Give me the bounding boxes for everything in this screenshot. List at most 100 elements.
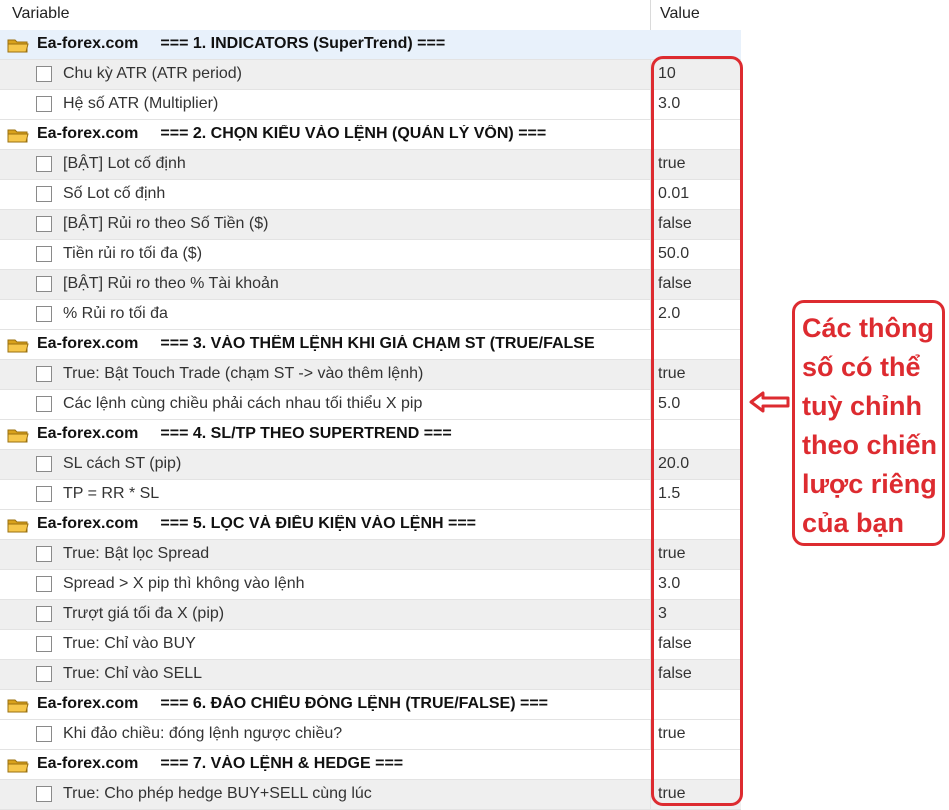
annotation-line: lược riêng <box>802 469 937 499</box>
parameter-name: True: Cho phép hedge BUY+SELL cùng lúc <box>63 785 372 802</box>
group-row[interactable]: Ea-forex.com === 4. SL/TP THEO SUPERTREND… <box>0 420 741 450</box>
group-row[interactable]: Ea-forex.com === 3. VÀO THÊM LỆNH KHI GIÁ… <box>0 330 741 360</box>
parameter-name: % Rủi ro tối đa <box>63 305 168 322</box>
parameter-row[interactable]: Chu kỳ ATR (ATR period) 10 <box>0 60 741 90</box>
inputs-grid: Variable Value Ea-forex.com === 1. INDICA… <box>0 0 741 810</box>
group-row[interactable]: Ea-forex.com === 6. ĐẢO CHIỀU ĐÓNG LỆNH (… <box>0 690 741 720</box>
parameter-row[interactable]: Số Lot cố định 0.01 <box>0 180 741 210</box>
parameter-row[interactable]: True: Cho phép hedge BUY+SELL cùng lúc tr… <box>0 780 741 810</box>
annotation-line: theo chiến <box>802 430 938 460</box>
group-site: Ea-forex.com <box>37 695 139 712</box>
parameter-name: Tiền rủi ro tối đa ($) <box>63 245 203 262</box>
group-heading: === 5. LỌC VÀ ĐIỀU KIỆN VÀO LỆNH === <box>160 515 477 532</box>
annotation-line: của bạn <box>802 508 905 538</box>
parameter-name: Khi đảo chiều: đóng lệnh ngược chiều? <box>63 725 343 742</box>
parameter-name: Hệ số ATR (Multiplier) <box>63 95 219 112</box>
folder-icon <box>7 697 29 713</box>
parameter-row[interactable]: True: Bật Touch Trade (chạm ST -> vào th… <box>0 360 741 390</box>
parameter-row[interactable]: True: Chỉ vào BUY false <box>0 630 741 660</box>
column-header-value[interactable]: Value <box>660 5 700 23</box>
parameter-name: [BẬT] Rủi ro theo % Tài khoản <box>63 275 279 292</box>
folder-icon <box>7 127 29 143</box>
group-row[interactable]: Ea-forex.com === 2. CHỌN KIỂU VÀO LỆNH (Q… <box>0 120 741 150</box>
parameter-checkbox[interactable] <box>36 456 52 472</box>
parameter-name: True: Bật lọc Spread <box>63 545 210 562</box>
folder-icon <box>7 37 29 53</box>
left-arrow-icon <box>749 391 790 413</box>
parameter-checkbox[interactable] <box>36 186 52 202</box>
group-title: Ea-forex.com === 4. SL/TP THEO SUPERTREND… <box>37 425 649 443</box>
parameter-checkbox[interactable] <box>36 636 52 652</box>
parameter-checkbox[interactable] <box>36 666 52 682</box>
parameter-row[interactable]: SL cách ST (pip) 20.0 <box>0 450 741 480</box>
parameter-name: Số Lot cố định <box>63 185 166 202</box>
group-title: Ea-forex.com === 6. ĐẢO CHIỀU ĐÓNG LỆNH (… <box>37 695 649 713</box>
parameter-checkbox[interactable] <box>36 486 52 502</box>
parameter-name: True: Bật Touch Trade (chạm ST -> vào th… <box>63 365 424 382</box>
column-header-variable[interactable]: Variable <box>12 5 70 23</box>
parameter-name: Chu kỳ ATR (ATR period) <box>63 65 243 82</box>
parameter-checkbox[interactable] <box>36 786 52 802</box>
parameter-name: SL cách ST (pip) <box>63 455 182 472</box>
group-title: Ea-forex.com === 5. LỌC VÀ ĐIỀU KIỆN VÀO … <box>37 515 649 533</box>
annotation-line: tuỳ chỉnh <box>802 391 922 421</box>
group-title: Ea-forex.com === 2. CHỌN KIỂU VÀO LỆNH (Q… <box>37 125 649 143</box>
parameter-name: [BẬT] Lot cố định <box>63 155 186 172</box>
group-site: Ea-forex.com <box>37 335 139 352</box>
group-heading: === 1. INDICATORS (SuperTrend) === <box>160 35 446 52</box>
group-site: Ea-forex.com <box>37 125 139 142</box>
group-site: Ea-forex.com <box>37 35 139 52</box>
parameter-row[interactable]: TP = RR * SL 1.5 <box>0 480 741 510</box>
group-heading: === 7. VÀO LỆNH & HEDGE === <box>160 755 404 772</box>
parameter-name: True: Chỉ vào BUY <box>63 635 196 652</box>
parameter-checkbox[interactable] <box>36 726 52 742</box>
group-row[interactable]: Ea-forex.com === 7. VÀO LỆNH & HEDGE === <box>0 750 741 780</box>
parameter-name: TP = RR * SL <box>63 485 160 502</box>
annotation-line: số có thể <box>802 352 921 382</box>
parameter-checkbox[interactable] <box>36 396 52 412</box>
parameter-checkbox[interactable] <box>36 246 52 262</box>
group-heading: === 2. CHỌN KIỂU VÀO LỆNH (QUẢN LÝ VỐN) … <box>160 125 547 142</box>
parameter-name: True: Chỉ vào SELL <box>63 665 203 682</box>
group-title: Ea-forex.com === 3. VÀO THÊM LỆNH KHI GIÁ… <box>37 335 649 353</box>
parameter-row[interactable]: Spread > X pip thì không vào lệnh 3.0 <box>0 570 741 600</box>
group-site: Ea-forex.com <box>37 425 139 442</box>
value-column-highlight <box>651 56 743 806</box>
parameter-checkbox[interactable] <box>36 66 52 82</box>
parameter-row[interactable]: Trượt giá tối đa X (pip) 3 <box>0 600 741 630</box>
parameter-checkbox[interactable] <box>36 96 52 112</box>
parameter-row[interactable]: [BẬT] Rủi ro theo Số Tiền ($) false <box>0 210 741 240</box>
parameter-checkbox[interactable] <box>36 606 52 622</box>
folder-icon <box>7 427 29 443</box>
group-title: Ea-forex.com === 1. INDICATORS (SuperTren… <box>37 35 649 53</box>
column-divider[interactable] <box>650 0 651 30</box>
group-heading: === 6. ĐẢO CHIỀU ĐÓNG LỆNH (TRUE/FALSE) … <box>160 695 549 712</box>
parameter-name: Các lệnh cùng chiều phải cách nhau tối t… <box>63 395 423 412</box>
group-row[interactable]: Ea-forex.com === 1. INDICATORS (SuperTren… <box>0 30 741 60</box>
parameter-row[interactable]: Hệ số ATR (Multiplier) 3.0 <box>0 90 741 120</box>
group-heading: === 4. SL/TP THEO SUPERTREND === <box>160 425 452 442</box>
parameter-row[interactable]: [BẬT] Rủi ro theo % Tài khoản false <box>0 270 741 300</box>
parameter-row[interactable]: Các lệnh cùng chiều phải cách nhau tối t… <box>0 390 741 420</box>
parameter-checkbox[interactable] <box>36 306 52 322</box>
group-site: Ea-forex.com <box>37 755 139 772</box>
group-heading: === 3. VÀO THÊM LỆNH KHI GIÁ CHẠM ST (TR… <box>160 335 595 352</box>
parameter-row[interactable]: Khi đảo chiều: đóng lệnh ngược chiều? tru… <box>0 720 741 750</box>
parameter-row[interactable]: True: Chỉ vào SELL false <box>0 660 741 690</box>
folder-icon <box>7 337 29 353</box>
group-title: Ea-forex.com === 7. VÀO LỆNH & HEDGE === <box>37 755 649 773</box>
parameter-row[interactable]: True: Bật lọc Spread true <box>0 540 741 570</box>
parameter-checkbox[interactable] <box>36 216 52 232</box>
parameter-checkbox[interactable] <box>36 576 52 592</box>
parameter-row[interactable]: Tiền rủi ro tối đa ($) 50.0 <box>0 240 741 270</box>
parameter-row[interactable]: [BẬT] Lot cố định true <box>0 150 741 180</box>
parameter-name: Spread > X pip thì không vào lệnh <box>63 575 305 592</box>
parameter-checkbox[interactable] <box>36 546 52 562</box>
parameter-row[interactable]: % Rủi ro tối đa 2.0 <box>0 300 741 330</box>
annotation-line: Các thông <box>802 313 934 343</box>
parameter-checkbox[interactable] <box>36 156 52 172</box>
group-site: Ea-forex.com <box>37 515 139 532</box>
group-row[interactable]: Ea-forex.com === 5. LỌC VÀ ĐIỀU KIỆN VÀO … <box>0 510 741 540</box>
parameter-checkbox[interactable] <box>36 366 52 382</box>
parameter-checkbox[interactable] <box>36 276 52 292</box>
